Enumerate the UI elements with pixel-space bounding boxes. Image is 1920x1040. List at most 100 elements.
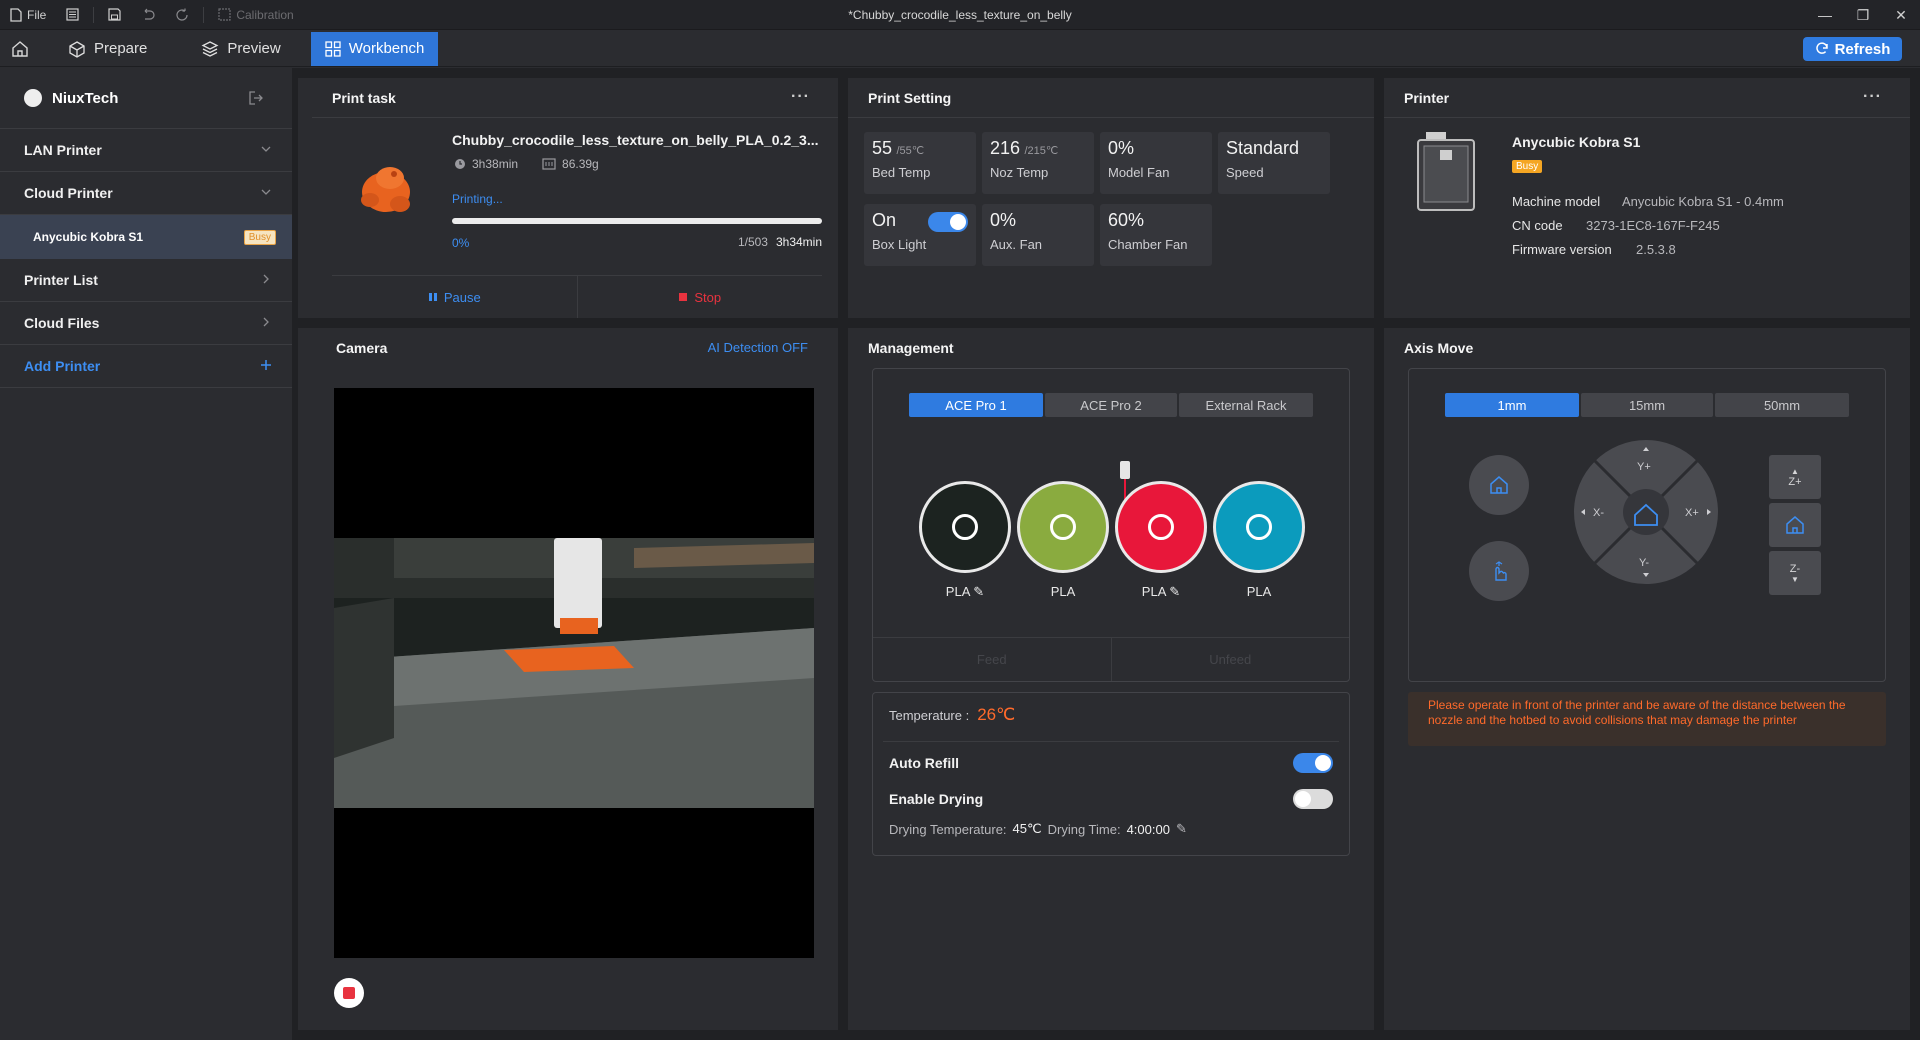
noz-temp-value: 216	[990, 138, 1021, 158]
panel-title: Printer ···	[1384, 78, 1910, 118]
sidebar-item-cloud-files[interactable]: Cloud Files	[0, 302, 292, 345]
sidebar: NiuxTech LAN Printer Cloud Printer Anycu…	[0, 68, 298, 1040]
divider	[1374, 68, 1384, 1040]
noz-temp-target: /215℃	[1024, 145, 1059, 157]
print-setting-title: Print Setting	[868, 89, 952, 106]
step-15mm[interactable]: 15mm	[1581, 393, 1713, 417]
pause-button[interactable]: Pause	[332, 276, 578, 318]
management-title: Management	[868, 340, 954, 356]
axis-move-panel: Axis Move 1mm 15mm 50mm Y+ Y- X- X+ ▲ Z+…	[1384, 328, 1910, 1030]
step-1mm[interactable]: 1mm	[1445, 393, 1579, 417]
enable-drying-toggle[interactable]	[1293, 789, 1333, 809]
edit-icon[interactable]: ✎	[1169, 584, 1180, 599]
close-window-button[interactable]: ✕	[1882, 0, 1920, 30]
main-nav: Prepare Preview Workbench Refresh	[0, 31, 1920, 67]
motor-unlock-button[interactable]	[1469, 541, 1529, 601]
sidebar-item-add-printer[interactable]: Add Printer	[0, 345, 292, 388]
chamber-fan-tile[interactable]: 60% Chamber Fan	[1100, 204, 1212, 266]
feed-actions: Feed Unfeed	[873, 637, 1349, 681]
unfeed-button[interactable]: Unfeed	[1112, 638, 1350, 681]
model-fan-tile[interactable]: 0% Model Fan	[1100, 132, 1212, 194]
task-actions: Pause Stop	[332, 275, 822, 318]
cn-code-value: 3273-1EC8-167F-F245	[1586, 218, 1720, 233]
print-file-name: Chubby_crocodile_less_texture_on_belly_P…	[452, 132, 819, 148]
divider	[1910, 68, 1920, 1040]
feed-button[interactable]: Feed	[873, 638, 1112, 681]
z-home-button[interactable]	[1769, 503, 1821, 547]
sidebar-item-label: Add Printer	[24, 358, 101, 374]
tab-workbench[interactable]: Workbench	[310, 31, 439, 66]
collision-warning: Please operate in front of the printer a…	[1408, 692, 1886, 746]
restore-button[interactable]: ❐	[1844, 0, 1882, 30]
firmware-value: 2.5.3.8	[1636, 242, 1676, 257]
stop-button[interactable]: Stop	[578, 276, 823, 318]
noz-temp-label: Noz Temp	[990, 165, 1049, 180]
step-50mm[interactable]: 50mm	[1715, 393, 1849, 417]
redo-icon	[176, 8, 188, 21]
z-plus-button[interactable]: ▲ Z+	[1769, 455, 1821, 499]
avatar[interactable]	[24, 89, 42, 107]
box-light-toggle[interactable]	[928, 212, 968, 232]
auto-refill-label: Auto Refill	[889, 755, 959, 771]
progress-bar	[452, 218, 822, 224]
auto-refill-toggle[interactable]	[1293, 753, 1333, 773]
refresh-icon	[1815, 42, 1828, 54]
record-button[interactable]	[334, 978, 364, 1008]
list-menu-button[interactable]	[56, 0, 89, 30]
spool-2[interactable]	[1017, 481, 1109, 573]
ai-detection-toggle[interactable]: AI Detection OFF	[708, 340, 808, 355]
sidebar-item-cloud-printer[interactable]: Cloud Printer	[0, 172, 292, 215]
spool-3[interactable]	[1115, 481, 1207, 573]
undo-button[interactable]	[131, 0, 165, 30]
spool-4[interactable]	[1213, 481, 1305, 573]
file-menu[interactable]: File	[0, 0, 56, 30]
tab-external-rack[interactable]: External Rack	[1179, 393, 1313, 417]
spool-1[interactable]	[919, 481, 1011, 573]
tab-preview-label: Preview	[227, 40, 281, 57]
tab-workbench-label: Workbench	[348, 40, 425, 57]
sidebar-printer-kobra-s1[interactable]: Anycubic Kobra S1 Busy	[0, 215, 292, 259]
nozzle-temp-tile[interactable]: 216 /215℃ Noz Temp	[982, 132, 1094, 194]
z-minus-button[interactable]: Z- ▼	[1769, 551, 1821, 595]
edit-icon[interactable]: ✎	[973, 584, 984, 599]
spool-hole	[1246, 514, 1272, 540]
speed-label: Speed	[1226, 165, 1264, 180]
ace-box: ACE Pro 1 ACE Pro 2 External Rack PLA ✎ …	[872, 368, 1350, 682]
aux-fan-tile[interactable]: 0% Aux. Fan	[982, 204, 1094, 266]
tab-preview[interactable]: Preview	[187, 32, 294, 66]
calibration-menu[interactable]: Calibration	[208, 0, 303, 30]
print-weight: 86.39g	[562, 157, 599, 171]
home-icon	[1786, 516, 1804, 534]
print-status: Printing...	[452, 192, 503, 206]
z-plus-label: Z+	[1788, 475, 1802, 488]
layers-icon	[201, 40, 219, 57]
aux-fan-label: Aux. Fan	[990, 237, 1043, 252]
sidebar-item-printer-list[interactable]: Printer List	[0, 259, 292, 302]
edit-icon[interactable]: ✎	[1176, 821, 1187, 837]
bed-temp-tile[interactable]: 55 /55℃ Bed Temp	[864, 132, 976, 194]
tab-prepare[interactable]: Prepare	[54, 32, 161, 66]
spool-hole	[952, 514, 978, 540]
tab-ace-pro-2[interactable]: ACE Pro 2	[1045, 393, 1177, 417]
more-options-icon[interactable]: ···	[1863, 88, 1882, 106]
logout-icon[interactable]	[248, 90, 264, 106]
home-button[interactable]	[0, 31, 40, 67]
box-light-tile: On Box Light	[864, 204, 976, 266]
speed-tile[interactable]: Standard Speed	[1218, 132, 1330, 194]
model-fan-label: Model Fan	[1108, 165, 1170, 180]
more-options-icon[interactable]: ···	[791, 88, 810, 106]
camera-panel: Camera AI Detection OFF	[312, 328, 838, 1030]
cn-code-label: CN code	[1512, 218, 1563, 233]
tab-ace-pro-1[interactable]: ACE Pro 1	[909, 393, 1043, 417]
panel-title: Print task ···	[312, 78, 838, 118]
home-all-button[interactable]	[1469, 455, 1529, 515]
panel-title: Print Setting	[848, 78, 1374, 118]
sidebar-item-lan-printer[interactable]: LAN Printer	[0, 129, 292, 172]
minimize-button[interactable]: —	[1806, 0, 1844, 30]
redo-button[interactable]	[165, 0, 199, 30]
refresh-button[interactable]: Refresh	[1803, 37, 1902, 61]
model-fan-value: 0%	[1108, 138, 1135, 158]
pause-icon	[428, 293, 437, 301]
divider	[838, 68, 848, 1040]
save-button[interactable]	[98, 0, 131, 30]
